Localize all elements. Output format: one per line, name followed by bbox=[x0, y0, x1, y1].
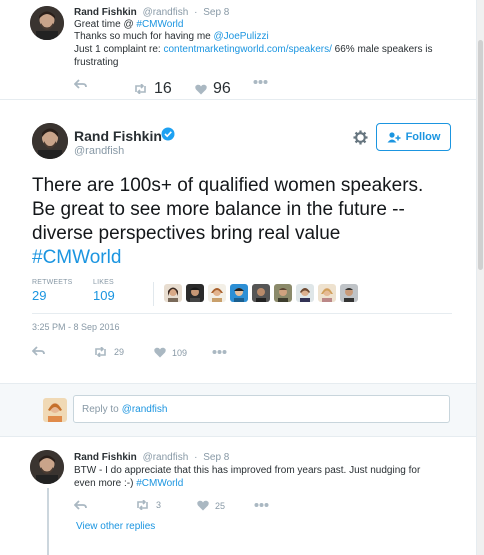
avatar bbox=[43, 398, 67, 422]
tweet-text-line: There are 100s+ of qualified women speak… bbox=[32, 175, 424, 196]
more-button[interactable] bbox=[212, 349, 233, 355]
retweet-count: 16 bbox=[154, 80, 172, 97]
liker-avatar[interactable] bbox=[208, 284, 226, 302]
reply-button[interactable] bbox=[74, 500, 93, 510]
reply-icon bbox=[74, 79, 87, 89]
liker-avatar[interactable] bbox=[318, 284, 336, 302]
more-icon bbox=[254, 503, 269, 507]
divider bbox=[153, 282, 154, 306]
view-other-replies-link[interactable]: View other replies bbox=[76, 521, 155, 532]
follow-icon bbox=[387, 131, 401, 142]
liker-avatar[interactable] bbox=[252, 284, 270, 302]
mention-link[interactable]: @JoePulizzi bbox=[214, 31, 269, 42]
reply-placeholder: Reply to bbox=[82, 403, 119, 415]
likes-value: 109 bbox=[93, 288, 115, 303]
like-button[interactable]: 96 bbox=[195, 80, 231, 98]
url-link[interactable]: contentmarketingworld.com/speakers/ bbox=[163, 44, 331, 55]
likes-label: LIKES bbox=[93, 279, 114, 286]
like-button[interactable]: 25 bbox=[197, 500, 225, 511]
text: even more :-) bbox=[74, 478, 137, 489]
hashtag-link[interactable]: #CMWorld bbox=[136, 19, 183, 30]
gear-icon[interactable] bbox=[353, 130, 368, 145]
retweet-icon bbox=[95, 347, 106, 357]
liker-avatar[interactable] bbox=[164, 284, 182, 302]
likes-stat[interactable]: LIKES 109 bbox=[93, 279, 115, 303]
hashtag-link[interactable]: #CMWorld bbox=[136, 478, 183, 489]
tweet-text-line: Be great to see more balance in the futu… bbox=[32, 199, 405, 220]
liker-avatars bbox=[164, 284, 362, 302]
retweet-count: 29 bbox=[114, 347, 125, 357]
tweet-text-line: Just 1 complaint re: contentmarketingwor… bbox=[74, 44, 433, 56]
more-icon bbox=[212, 350, 227, 354]
liker-avatar[interactable] bbox=[296, 284, 314, 302]
liker-avatar[interactable] bbox=[230, 284, 248, 302]
heart-icon bbox=[154, 347, 166, 358]
author-name[interactable]: Rand Fishkin bbox=[74, 7, 137, 18]
divider bbox=[32, 313, 452, 314]
tweet-text-line: Great time @ #CMWorld bbox=[74, 19, 183, 31]
reply-button[interactable] bbox=[32, 346, 51, 356]
text: Great time @ bbox=[74, 19, 137, 30]
retweet-icon bbox=[135, 84, 146, 94]
author-handle[interactable]: @randfish bbox=[74, 145, 124, 157]
separator: · bbox=[194, 452, 198, 463]
heart-icon bbox=[195, 84, 207, 94]
tweet-date[interactable]: Sep 8 bbox=[203, 7, 229, 18]
text: 66% male speakers is bbox=[331, 44, 433, 55]
tweet-text-line: diverse perspectives bring real value bbox=[32, 223, 341, 244]
heart-icon bbox=[197, 500, 209, 511]
more-button[interactable] bbox=[253, 79, 274, 85]
retweet-count: 3 bbox=[156, 500, 162, 510]
retweets-label: RETWEETS bbox=[32, 279, 73, 286]
tweet-bottom[interactable] bbox=[0, 438, 476, 555]
thread-line bbox=[47, 488, 49, 555]
follow-label: Follow bbox=[405, 131, 441, 143]
author-handle[interactable]: @randfish bbox=[143, 7, 189, 18]
tweet-header: Rand Fishkin @randfish · Sep 8 bbox=[74, 452, 229, 463]
retweet-button[interactable]: 29 bbox=[93, 347, 124, 357]
retweet-icon bbox=[137, 500, 148, 510]
retweet-button[interactable]: 3 bbox=[135, 500, 161, 510]
liker-avatar[interactable] bbox=[274, 284, 292, 302]
tweet-text-line: BTW - I do appreciate that this has impr… bbox=[74, 465, 421, 476]
liker-avatar[interactable] bbox=[186, 284, 204, 302]
verified-icon bbox=[161, 127, 175, 141]
tweet-date[interactable]: Sep 8 bbox=[203, 452, 229, 463]
reply-input[interactable]: Reply to @randfish bbox=[73, 395, 450, 423]
follow-button[interactable]: Follow bbox=[376, 123, 451, 151]
avatar[interactable] bbox=[30, 6, 64, 40]
like-count: 25 bbox=[215, 500, 226, 511]
reply-button[interactable] bbox=[74, 79, 93, 89]
hashtag-link[interactable]: #CMWorld bbox=[32, 246, 452, 270]
tweet-header: Rand Fishkin @randfish · Sep 8 bbox=[74, 7, 229, 18]
like-count: 96 bbox=[213, 80, 231, 97]
author-name[interactable]: Rand Fishkin bbox=[74, 452, 137, 463]
more-button[interactable] bbox=[254, 502, 275, 508]
more-icon bbox=[253, 80, 268, 84]
retweet-button[interactable]: 16 bbox=[133, 80, 172, 98]
reply-icon bbox=[74, 500, 87, 510]
scrollbar-thumb[interactable] bbox=[478, 40, 483, 270]
text: Thanks so much for having me bbox=[74, 31, 214, 42]
separator: · bbox=[194, 7, 198, 18]
reply-mention: @randfish bbox=[121, 403, 168, 415]
author-name[interactable]: Rand Fishkin bbox=[74, 128, 162, 144]
text: Just 1 complaint re: bbox=[74, 44, 164, 55]
like-button[interactable]: 109 bbox=[154, 347, 187, 358]
tweet-text-line: frustrating bbox=[74, 57, 119, 68]
tweet-text-line: Thanks so much for having me @JoePulizzi bbox=[74, 31, 269, 43]
avatar[interactable] bbox=[32, 123, 68, 159]
reply-icon bbox=[32, 346, 45, 356]
liker-avatar[interactable] bbox=[340, 284, 358, 302]
retweets-value: 29 bbox=[32, 288, 47, 303]
tweet-text-line: even more :-) #CMWorld bbox=[74, 478, 183, 490]
author-handle[interactable]: @randfish bbox=[143, 452, 189, 463]
tweet-text: There are 100s+ of qualified women speak… bbox=[32, 174, 452, 270]
like-count: 109 bbox=[172, 347, 188, 358]
avatar[interactable] bbox=[30, 450, 64, 484]
tweet-timestamp[interactable]: 3:25 PM - 8 Sep 2016 bbox=[32, 322, 120, 332]
retweets-stat[interactable]: RETWEETS 29 bbox=[32, 279, 73, 303]
